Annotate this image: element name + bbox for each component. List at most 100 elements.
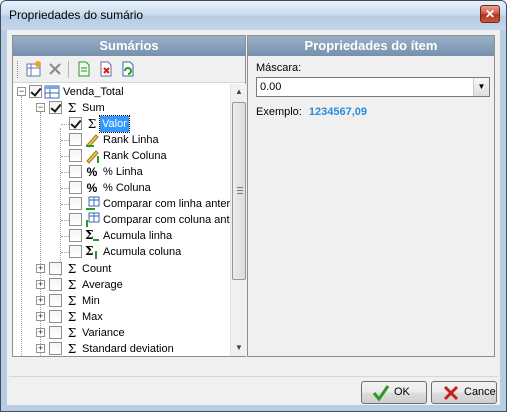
acumula-coluna-checkbox[interactable]: [69, 245, 82, 258]
tree-node-comparar-coluna[interactable]: Comparar com coluna anterior: [13, 212, 230, 228]
comparar-linha-checkbox[interactable]: [69, 197, 82, 210]
tree-node-root[interactable]: − Venda_Total: [13, 84, 230, 100]
tree-node-pct-coluna[interactable]: % % Coluna: [13, 180, 230, 196]
dialog-window: Propriedades do sumário ✕ Sumários − Ven…: [0, 0, 507, 412]
summaries-panel: Sumários − Venda_Total − Σ Sum Σ Valor R…: [12, 35, 246, 357]
cancel-label: Cancelar: [464, 386, 496, 398]
variance-checkbox[interactable]: [49, 326, 62, 339]
max-checkbox[interactable]: [49, 310, 62, 323]
tree-node-acumula-linha[interactable]: Σ Acumula linha: [13, 228, 230, 244]
collapse-icon[interactable]: −: [36, 103, 45, 112]
title-bar[interactable]: Propriedades do sumário ✕: [1, 1, 506, 30]
pencil-arrow-icon: [84, 148, 100, 164]
expand-icon[interactable]: +: [36, 296, 45, 305]
window-title: Propriedades do sumário: [9, 8, 144, 22]
tree-label: % Coluna: [103, 182, 151, 194]
close-button[interactable]: ✕: [480, 5, 500, 23]
scrollbar-grip: [237, 187, 243, 194]
pct-coluna-checkbox[interactable]: [69, 181, 82, 194]
tree-node-acumula-coluna[interactable]: Σ Acumula coluna: [13, 244, 230, 260]
table-icon: [44, 84, 60, 100]
sigma-icon: Σ: [67, 310, 77, 324]
tree-line: [61, 220, 69, 221]
tree-node-max[interactable]: + Σ Max: [13, 309, 230, 325]
expand-icon[interactable]: +: [36, 280, 45, 289]
rank-linha-checkbox[interactable]: [69, 133, 82, 146]
svg-text:Σ: Σ: [85, 244, 93, 258]
expand-icon[interactable]: +: [36, 344, 45, 353]
tree-line: [61, 156, 69, 157]
tree-scrollbar[interactable]: ▲ ▼: [230, 84, 246, 356]
new-document-icon[interactable]: [75, 60, 93, 78]
add-summary-icon[interactable]: [25, 60, 43, 78]
grid-compare-icon: [84, 196, 100, 212]
tree-line: [61, 172, 69, 173]
tree-node-min[interactable]: + Σ Min: [13, 293, 230, 309]
tree-label: Count: [82, 263, 112, 275]
ok-button[interactable]: OK: [361, 381, 427, 404]
stddev-checkbox[interactable]: [49, 342, 62, 355]
tree-label: Max: [82, 311, 103, 323]
tree-label: Standard deviation: [82, 343, 174, 355]
svg-text:Σ: Σ: [85, 228, 93, 242]
tree-label: Acumula linha: [103, 230, 173, 242]
tree-label: Venda_Total: [63, 86, 124, 98]
sigma-icon: Σ: [87, 117, 97, 131]
sigma-icon: Σ: [67, 342, 77, 356]
scrollbar-thumb[interactable]: [232, 102, 246, 280]
toolbar-separator: [68, 61, 69, 78]
tree-label: Comparar com coluna anterior: [103, 214, 230, 226]
item-properties-panel: Propriedades do ítem Máscara: 0.00 ▼ Exe…: [247, 35, 495, 357]
root-checkbox[interactable]: [29, 85, 42, 98]
sigma-icon: Σ: [67, 294, 77, 308]
grid-compare-icon: [84, 212, 100, 228]
toolbar-grip: [17, 61, 20, 78]
cancel-button[interactable]: Cancelar: [431, 381, 497, 404]
percent-icon: %: [86, 181, 98, 195]
tree-node-variance[interactable]: + Σ Variance: [13, 325, 230, 341]
min-checkbox[interactable]: [49, 294, 62, 307]
pct-linha-checkbox[interactable]: [69, 165, 82, 178]
remove-document-icon[interactable]: [97, 60, 115, 78]
tree-label: Acumula coluna: [103, 246, 182, 258]
tree-node-average[interactable]: + Σ Average: [13, 277, 230, 293]
ok-label: OK: [394, 386, 410, 398]
sum-checkbox[interactable]: [49, 101, 62, 114]
sigma-icon: Σ: [67, 326, 77, 340]
tree-line: [61, 188, 69, 189]
tree-node-sum[interactable]: − Σ Sum: [13, 100, 230, 116]
tree-node-rank-linha[interactable]: Rank Linha: [13, 132, 230, 148]
summaries-tree[interactable]: − Venda_Total − Σ Sum Σ Valor Rank Linha…: [13, 84, 230, 356]
average-checkbox[interactable]: [49, 278, 62, 291]
valor-checkbox[interactable]: [69, 117, 82, 130]
tree-label-selected: Valor: [99, 115, 130, 133]
delete-icon[interactable]: [46, 60, 64, 78]
tree-node-stddev[interactable]: + Σ Standard deviation: [13, 341, 230, 356]
tree-node-rank-coluna[interactable]: Rank Coluna: [13, 148, 230, 164]
accumulate-column-icon: Σ: [84, 244, 100, 260]
tree-label: Rank Coluna: [103, 150, 167, 162]
expand-icon[interactable]: +: [36, 328, 45, 337]
pencil-arrow-icon: [84, 132, 100, 148]
tree-line: [61, 140, 69, 141]
mask-combobox[interactable]: 0.00 ▼: [256, 77, 490, 97]
count-checkbox[interactable]: [49, 262, 62, 275]
tree-node-count[interactable]: + Σ Count: [13, 261, 230, 277]
tree-node-pct-linha[interactable]: % % Linha: [13, 164, 230, 180]
expand-icon[interactable]: +: [36, 264, 45, 273]
collapse-icon[interactable]: −: [17, 87, 26, 96]
scroll-up-icon[interactable]: ▲: [231, 84, 247, 100]
acumula-linha-checkbox[interactable]: [69, 229, 82, 242]
cross-icon: [442, 384, 460, 402]
tree-label: Min: [82, 295, 100, 307]
check-icon: [372, 384, 390, 402]
chevron-down-icon[interactable]: ▼: [473, 78, 489, 96]
refresh-icon[interactable]: [119, 60, 137, 78]
tree-node-valor[interactable]: Σ Valor: [13, 115, 230, 133]
expand-icon[interactable]: +: [36, 312, 45, 321]
comparar-coluna-checkbox[interactable]: [69, 213, 82, 226]
sigma-icon: Σ: [67, 101, 77, 115]
tree-node-comparar-linha[interactable]: Comparar com linha anterior: [13, 196, 230, 212]
rank-coluna-checkbox[interactable]: [69, 149, 82, 162]
scroll-down-icon[interactable]: ▼: [231, 340, 247, 356]
